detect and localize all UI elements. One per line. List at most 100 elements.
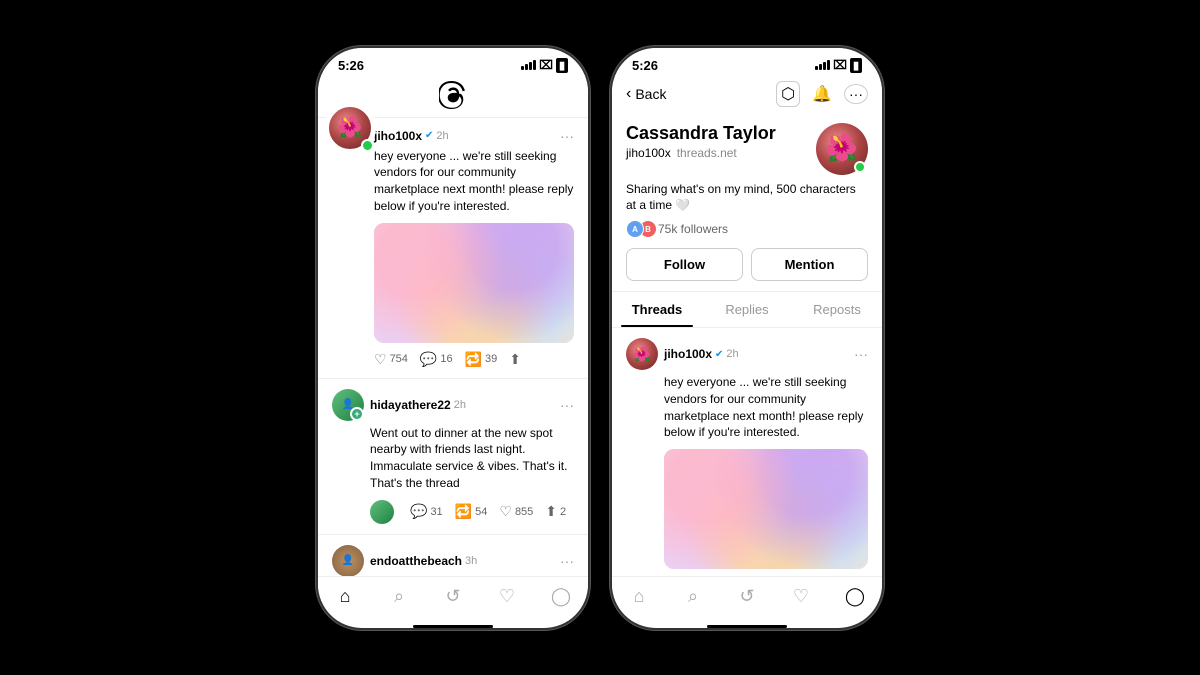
post-2-avatar-wrap: 👤 +	[332, 389, 364, 421]
nav-compose-btn[interactable]: ↺	[437, 585, 469, 609]
post-1-more-btn[interactable]: ···	[560, 128, 574, 144]
follow-button[interactable]: Follow	[626, 248, 743, 281]
post-2-repost-btn[interactable]: 🔁 54	[455, 503, 488, 520]
nav2-profile-btn[interactable]: ◯	[839, 585, 871, 609]
post-3-header: 👤 endoatthebeach 3h ···	[332, 545, 574, 576]
profile-post-1-more-btn[interactable]: ···	[854, 346, 868, 362]
time-phone1: 5:26	[338, 58, 364, 73]
wifi-icon: ⌧	[539, 58, 553, 72]
profile-post-1-avatar: 🌺	[626, 338, 658, 370]
post-1-like-btn[interactable]: ♡ 754	[374, 351, 408, 368]
nav-likes-btn[interactable]: ♡	[491, 585, 523, 609]
feed-phone1: 🌺 jiho100x ✔ 2h ··· hey everyone	[318, 118, 588, 576]
profile-text-info: Cassandra Taylor jiho100x threads.net	[626, 123, 776, 160]
tab-threads[interactable]: Threads	[612, 292, 702, 327]
post-1: jiho100x ✔ 2h ··· hey everyone ... we're…	[318, 118, 588, 379]
post-2-username: hidayathere22	[370, 398, 451, 412]
signal-icon2	[815, 60, 830, 70]
post-2-text: Went out to dinner at the new spot nearb…	[332, 425, 574, 492]
post-2-comments: 31	[430, 506, 442, 518]
back-label: Back	[635, 86, 666, 102]
tab-reposts[interactable]: Reposts	[792, 292, 882, 327]
followers-count: 75k followers	[658, 222, 728, 236]
profile-info: Cassandra Taylor jiho100x threads.net 🌺 …	[612, 115, 882, 293]
post-2-user-info: 👤 + hidayathere22 2h	[332, 389, 466, 421]
post-3-more-btn[interactable]: ···	[560, 553, 574, 569]
status-icons-phone2: ⌧ ▮	[815, 58, 862, 73]
post-2-like-btn[interactable]: ♡ 855	[499, 503, 533, 520]
craft-image-sim	[374, 223, 574, 343]
post-2: 👤 + hidayathere22 2h ··· Went o	[318, 379, 588, 535]
post-1-share-btn[interactable]: ⬆	[509, 351, 521, 368]
post-1-comments: 16	[440, 353, 452, 365]
share-icon: ⬆	[509, 351, 521, 368]
profile-top-row: Cassandra Taylor jiho100x threads.net 🌺	[626, 123, 868, 175]
wifi-icon2: ⌧	[833, 58, 847, 72]
post-2-comment-btn[interactable]: 💬 31	[410, 503, 443, 520]
phone1-nav: ⌂ ⌕ ↺ ♡ ◯	[318, 576, 588, 621]
followers-row: A B 75k followers	[626, 220, 868, 238]
post-2-share-btn[interactable]: ⬆ 2	[545, 503, 566, 520]
post-1-likes: 754	[390, 353, 408, 365]
nav2-compose-btn[interactable]: ↺	[731, 585, 763, 609]
phone2-nav: ⌂ ⌕ ↺ ♡ ◯	[612, 576, 882, 621]
profile-domain: threads.net	[677, 146, 737, 160]
profile-handle: jiho100x	[626, 146, 671, 160]
back-button[interactable]: ‹ Back	[626, 85, 666, 103]
instagram-icon[interactable]: ⬡	[776, 81, 800, 107]
mention-button[interactable]: Mention	[751, 248, 868, 281]
post-2-shares: 2	[560, 506, 566, 518]
tab-replies[interactable]: Replies	[702, 292, 792, 327]
profile-avatar-wrap: 🌺	[816, 123, 868, 175]
post-1-reposts: 39	[485, 353, 497, 365]
more-icon[interactable]: ···	[844, 84, 868, 104]
profile-feed: 🌺 jiho100x ✔ 2h ··· hey every	[612, 328, 882, 575]
post-2-username-row: hidayathere22 2h	[370, 398, 466, 412]
phone2: 5:26 ⌧ ▮ ‹ Back ⬡ 🔔 ···	[612, 48, 882, 628]
nav-home-btn[interactable]: ⌂	[329, 585, 361, 609]
post-1-verified: ✔	[425, 130, 433, 141]
phone1: 5:26 ⌧ ▮	[318, 48, 588, 628]
status-bar-phone2: 5:26 ⌧ ▮	[612, 48, 882, 77]
profile-header-bar: ‹ Back ⬡ 🔔 ···	[612, 77, 882, 115]
status-bar-phone1: 5:26 ⌧ ▮	[318, 48, 588, 77]
nav2-likes-btn[interactable]: ♡	[785, 585, 817, 609]
nav-search-btn[interactable]: ⌕	[383, 585, 415, 609]
follower-avatar-1: A	[626, 220, 644, 238]
big-avatar-wrap[interactable]: 🌺	[326, 118, 374, 152]
post-3: 👤 endoatthebeach 3h ··· do u ever get pi…	[318, 535, 588, 576]
chevron-left-icon: ‹	[626, 85, 631, 103]
nav2-home-btn[interactable]: ⌂	[623, 585, 655, 609]
repost-icon: 🔁	[465, 351, 482, 368]
post-3-username: endoatthebeach	[370, 554, 462, 568]
profile-post-1-avatar-wrap: 🌺	[626, 338, 658, 370]
profile-header-icons: ⬡ 🔔 ···	[776, 81, 868, 107]
post-3-username-row: endoatthebeach 3h	[370, 554, 477, 568]
home-indicator-phone1	[413, 625, 493, 628]
post-2-time: 2h	[454, 399, 466, 411]
comment-icon2: 💬	[410, 503, 427, 520]
share-icon2: ⬆	[545, 503, 557, 520]
profile-post-1-user-info: 🌺 jiho100x ✔ 2h	[626, 338, 739, 370]
time-phone2: 5:26	[632, 58, 658, 73]
profile-post-1-username: jiho100x	[664, 347, 712, 361]
repost-icon2: 🔁	[455, 503, 472, 520]
post-3-avatar: 👤	[332, 545, 364, 576]
notification-bell-icon[interactable]: 🔔	[812, 84, 832, 104]
post-1-repost-btn[interactable]: 🔁 39	[465, 351, 498, 368]
post-3-user-info: 👤 endoatthebeach 3h	[332, 545, 477, 576]
home-indicator-phone2	[707, 625, 787, 628]
post-1-image	[374, 223, 574, 343]
post-1-comment-btn[interactable]: 💬 16	[420, 351, 453, 368]
craft-image-sim2	[664, 449, 868, 569]
nav-profile-btn[interactable]: ◯	[545, 585, 577, 609]
battery-icon2: ▮	[850, 58, 862, 73]
profile-post-1-text: hey everyone ... we're still seeking ven…	[626, 374, 868, 441]
heart-icon2: ♡	[499, 503, 512, 520]
profile-actions: Follow Mention	[626, 248, 868, 281]
follower-avatars: A B	[626, 220, 652, 238]
nav2-search-btn[interactable]: ⌕	[677, 585, 709, 609]
profile-post-1-verified: ✔	[715, 349, 723, 360]
post-2-more-btn[interactable]: ···	[560, 397, 574, 413]
phones-container: 5:26 ⌧ ▮	[318, 48, 882, 628]
